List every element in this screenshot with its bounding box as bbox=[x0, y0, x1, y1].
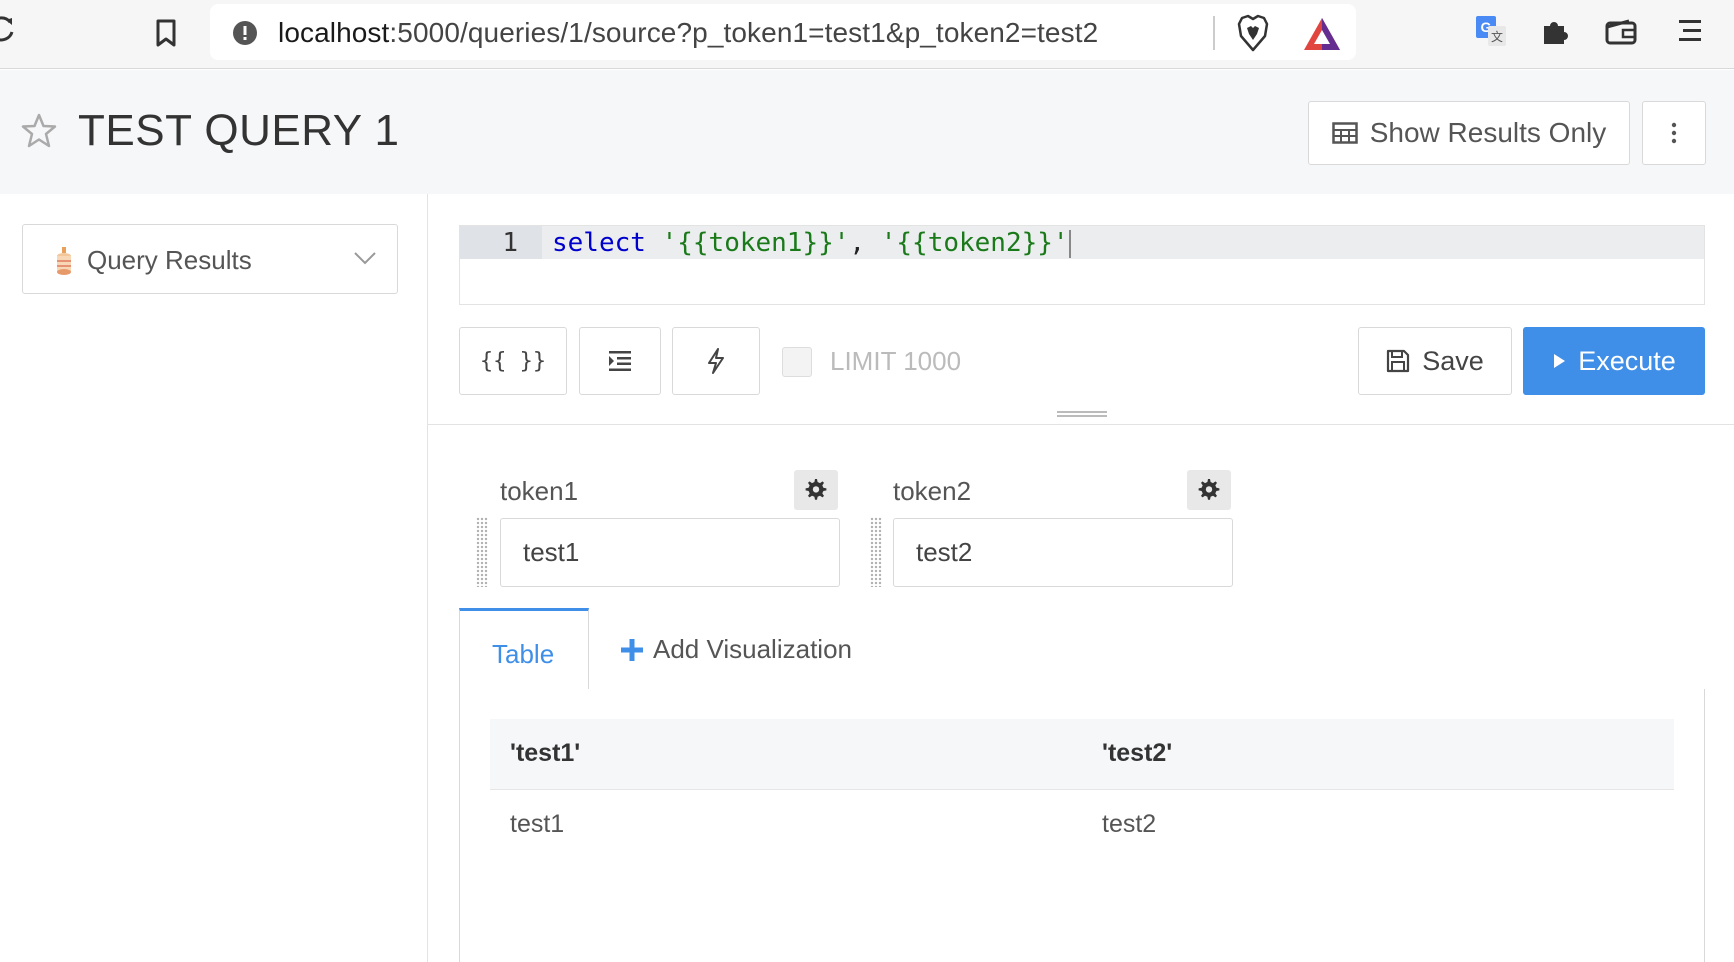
parameter-drag-handle-token1[interactable] bbox=[476, 517, 488, 587]
sql-editor[interactable]: 1 select '{{token1}}', '{{token2}}' bbox=[459, 225, 1705, 305]
page-title[interactable]: TEST QUERY 1 bbox=[78, 106, 399, 156]
parameter-settings-button-token1[interactable] bbox=[794, 470, 838, 510]
save-button[interactable]: Save bbox=[1358, 327, 1512, 395]
table-row: test1 test2 bbox=[490, 789, 1674, 859]
column-header[interactable]: 'test1' bbox=[490, 719, 1082, 790]
parameter-input-token1[interactable] bbox=[500, 518, 840, 587]
more-actions-button[interactable] bbox=[1642, 101, 1706, 165]
limit-checkbox[interactable] bbox=[782, 347, 812, 377]
brave-shields-icon[interactable] bbox=[1236, 14, 1270, 52]
reload-icon[interactable] bbox=[0, 14, 16, 44]
code-line[interactable]: select '{{token1}}', '{{token2}}' bbox=[552, 228, 1071, 258]
code-string-token2: '{{token2}}' bbox=[880, 228, 1069, 258]
data-source-select[interactable]: Query Results bbox=[22, 224, 398, 294]
table-cell: test1 bbox=[510, 809, 565, 838]
translate-icon[interactable]: G 文 bbox=[1474, 14, 1508, 48]
svg-text:文: 文 bbox=[1491, 29, 1503, 44]
url-path: :5000/queries/1/source?p_token1=test1&p_… bbox=[389, 17, 1099, 48]
limit-label: LIMIT 1000 bbox=[830, 346, 962, 376]
address-bar-divider bbox=[1213, 16, 1215, 50]
wallet-icon[interactable] bbox=[1605, 18, 1637, 46]
database-icon bbox=[57, 247, 71, 275]
code-comma: , bbox=[849, 228, 881, 258]
table-icon bbox=[1331, 122, 1358, 144]
table-cell: test2 bbox=[1102, 809, 1157, 838]
bookmark-icon[interactable] bbox=[152, 18, 180, 48]
hamburger-menu-icon[interactable] bbox=[1679, 16, 1701, 46]
show-results-only-button[interactable]: Show Results Only bbox=[1308, 101, 1630, 165]
parameter-label-token2: token2 bbox=[893, 476, 972, 506]
tab-table-label: Table bbox=[492, 639, 555, 669]
play-icon bbox=[1554, 354, 1566, 368]
format-query-button[interactable] bbox=[579, 327, 661, 395]
parameter-label-token1: token1 bbox=[500, 476, 579, 506]
chevron-down-icon bbox=[354, 252, 376, 265]
parameter-input-token2[interactable] bbox=[893, 518, 1233, 587]
code-keyword: select bbox=[552, 228, 646, 258]
editor-gutter: 1 bbox=[460, 226, 542, 259]
code-string-token1: '{{token1}}' bbox=[661, 228, 850, 258]
data-source-label: Query Results bbox=[87, 245, 252, 275]
execute-button[interactable]: Execute bbox=[1523, 327, 1705, 395]
query-page-header: TEST QUERY 1 Show Results Only bbox=[0, 70, 1734, 194]
editor-resize-handle[interactable] bbox=[1057, 411, 1107, 417]
results-table: 'test1' 'test2' test1 test2 bbox=[490, 719, 1674, 859]
add-parameter-button[interactable]: {{ }} bbox=[459, 327, 567, 395]
gear-icon bbox=[805, 479, 827, 500]
plus-icon bbox=[621, 638, 643, 661]
execute-label: Execute bbox=[1578, 345, 1676, 376]
autocomplete-toggle-button[interactable] bbox=[672, 327, 760, 395]
table-header-row: 'test1' 'test2' bbox=[490, 719, 1674, 790]
favorite-star-icon[interactable] bbox=[20, 112, 58, 150]
visualization-tabs: Table Add Visualization bbox=[459, 608, 1705, 691]
save-icon bbox=[1387, 349, 1410, 373]
url-text[interactable]: localhost:5000/queries/1/source?p_token1… bbox=[278, 17, 1098, 49]
brave-rewards-icon[interactable] bbox=[1302, 16, 1342, 52]
editor-divider bbox=[428, 424, 1734, 425]
save-label: Save bbox=[1422, 345, 1484, 376]
parameter-drag-handle-token2[interactable] bbox=[870, 517, 882, 587]
address-bar[interactable]: localhost:5000/queries/1/source?p_token1… bbox=[210, 4, 1356, 60]
lightning-bolt-icon bbox=[708, 348, 724, 374]
info-icon[interactable] bbox=[232, 20, 258, 46]
extensions-puzzle-icon[interactable] bbox=[1540, 16, 1570, 46]
indent-icon bbox=[609, 351, 631, 371]
add-visualization-tab[interactable]: Add Visualization bbox=[621, 634, 852, 665]
browser-toolbar: localhost:5000/queries/1/source?p_token1… bbox=[0, 0, 1734, 69]
text-cursor bbox=[1068, 229, 1071, 258]
tab-table[interactable]: Table bbox=[459, 608, 589, 691]
schema-sidebar: Query Results bbox=[0, 194, 428, 962]
add-visualization-label: Add Visualization bbox=[653, 634, 852, 664]
column-header[interactable]: 'test2' bbox=[1082, 719, 1674, 790]
url-host: localhost bbox=[278, 17, 390, 48]
kebab-menu-icon bbox=[1671, 122, 1677, 144]
results-panel: 'test1' 'test2' test1 test2 bbox=[459, 689, 1705, 962]
show-results-only-label: Show Results Only bbox=[1369, 117, 1607, 148]
line-number: 1 bbox=[502, 228, 518, 258]
parameter-settings-button-token2[interactable] bbox=[1187, 470, 1231, 510]
gear-icon bbox=[1198, 479, 1220, 500]
active-line: 1 select '{{token1}}', '{{token2}}' bbox=[460, 226, 1704, 259]
